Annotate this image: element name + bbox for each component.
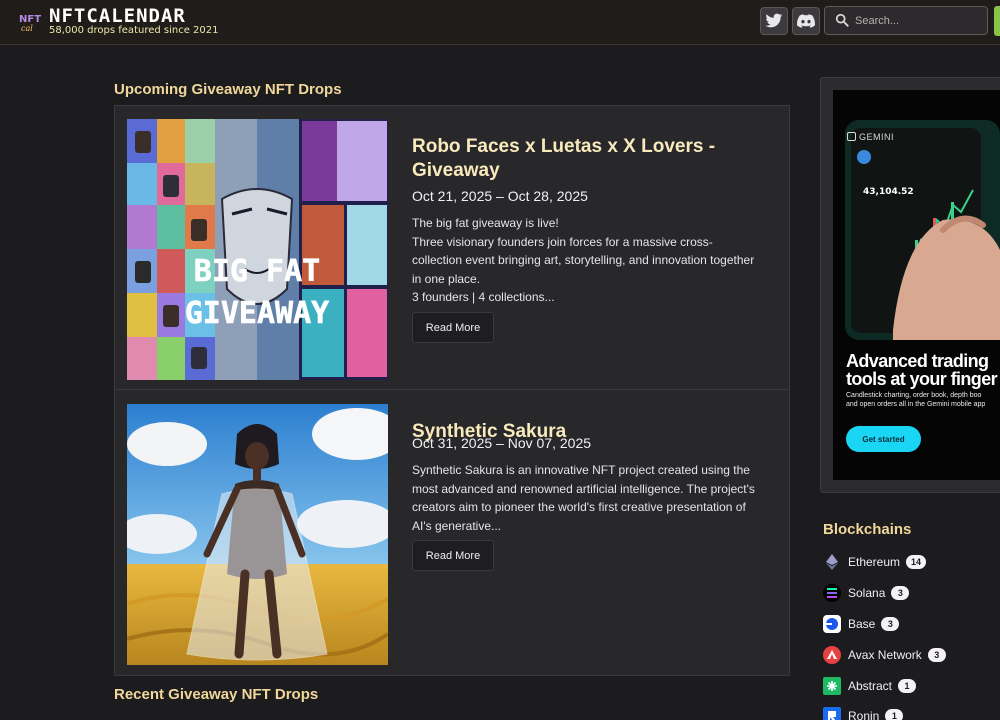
ad-headline: Advanced trading tools at your finger [846, 352, 1000, 388]
twitter-icon [765, 13, 783, 28]
description-line: Three visionary founders join forces for… [412, 234, 755, 286]
drop-dates: Oct 21, 2025 – Oct 28, 2025 [412, 188, 588, 204]
upcoming-section-title: Upcoming Giveaway NFT Drops [114, 81, 342, 98]
gemini-logo-icon [847, 132, 856, 141]
brand-name[interactable]: NFTCALENDAR [49, 5, 186, 27]
artwork-text-line1: BIG FAT [194, 254, 320, 289]
gemini-ad[interactable]: 43,104.52 GEMINI Advanced trading tools … [833, 90, 1000, 480]
ad-brand-label: GEMINI [859, 132, 895, 142]
discord-icon [797, 14, 815, 28]
drop-card: Synthetic Sakura Oct 31, 2025 – Nov 07, … [115, 390, 789, 675]
blockchain-count-badge: 3 [891, 586, 910, 600]
blockchain-item-ethereum[interactable]: Ethereum 14 [823, 552, 1000, 572]
brand-tagline: 58,000 drops featured since 2021 [49, 25, 219, 36]
blockchain-label: Base [848, 617, 876, 631]
drop-card: BIG FAT GIVEAWAY Robo Faces x Luetas x X… [115, 106, 789, 390]
base-icon [823, 615, 841, 633]
svg-text:cal: cal [21, 24, 33, 33]
description-line: 3 founders | 4 collections... [412, 290, 555, 304]
ad-subtext-line: and open orders all in the Gemini mobile… [846, 401, 986, 408]
drop-title[interactable]: Robo Faces x Luetas x X Lovers - Giveawa… [412, 135, 752, 183]
blockchain-label: Ronin [848, 709, 880, 720]
artwork-text-line2: GIVEAWAY [185, 296, 330, 331]
header-action-button[interactable] [994, 6, 1000, 36]
blockchain-item-avax-network[interactable]: Avax Network 3 [823, 645, 1000, 665]
recent-section-title: Recent Giveaway NFT Drops [114, 686, 319, 703]
blockchain-count-badge: 1 [898, 679, 917, 693]
robo-faces-artwork: BIG FAT GIVEAWAY [127, 119, 388, 380]
blockchain-label: Ethereum [848, 555, 901, 569]
read-more-button[interactable]: Read More [412, 540, 494, 571]
nft-calendar-logo[interactable]: NFT cal [18, 10, 44, 34]
ad-phone-value: 43,104.52 [863, 187, 914, 197]
solana-icon [823, 584, 841, 602]
ad-get-started-button[interactable]: Get started [846, 426, 921, 452]
search-box [824, 6, 988, 35]
ad-headline-line: tools at your finger [846, 369, 998, 389]
drop-description: Synthetic Sakura is an innovative NFT pr… [412, 461, 762, 535]
ad-phone-image: 43,104.52 [845, 120, 1000, 340]
blockchain-count-badge: 14 [906, 555, 927, 569]
synthetic-sakura-artwork [127, 404, 388, 665]
blockchain-item-ronin[interactable]: Ronin 1 [823, 706, 1000, 720]
blockchain-count-badge: 1 [885, 709, 904, 720]
blockchain-item-solana[interactable]: Solana 3 [823, 583, 1000, 603]
drop-image-synthetic-sakura[interactable] [127, 404, 388, 665]
blockchain-count-badge: 3 [927, 648, 946, 662]
blockchain-item-base[interactable]: Base 3 [823, 614, 1000, 634]
upcoming-drops-list: BIG FAT GIVEAWAY Robo Faces x Luetas x X… [114, 105, 790, 676]
description-line: Synthetic Sakura is an innovative NFT pr… [412, 463, 755, 533]
blockchain-label: Avax Network [848, 648, 922, 662]
drop-description: The big fat giveaway is live! Three visi… [412, 214, 762, 307]
blockchains-title: Blockchains [823, 521, 912, 538]
twitter-button[interactable] [760, 7, 788, 35]
read-more-button[interactable]: Read More [412, 312, 494, 343]
ad-subtext: Candlestick charting, order book, depth … [846, 391, 1000, 409]
blockchain-label: Abstract [848, 679, 893, 693]
discord-button[interactable] [792, 7, 820, 35]
avalanche-icon [823, 646, 841, 664]
abstract-icon [823, 677, 841, 695]
blockchain-item-abstract[interactable]: Abstract 1 [823, 676, 1000, 696]
drop-image-robo-faces[interactable]: BIG FAT GIVEAWAY [127, 119, 388, 380]
ronin-icon [823, 707, 841, 720]
ad-headline-line: Advanced trading [846, 351, 989, 371]
ad-subtext-line: Candlestick charting, order book, depth … [846, 392, 982, 399]
description-line: The big fat giveaway is live! [412, 216, 559, 230]
search-input[interactable] [855, 12, 983, 30]
drop-dates: Oct 31, 2025 – Nov 07, 2025 [412, 435, 592, 451]
ethereum-icon [823, 553, 841, 571]
ad-brand: GEMINI [847, 132, 894, 142]
blockchain-count-badge: 3 [881, 617, 900, 631]
blockchain-label: Solana [848, 586, 886, 600]
top-header: NFT cal NFTCALENDAR 58,000 drops feature… [0, 0, 1000, 45]
search-icon [835, 13, 849, 27]
